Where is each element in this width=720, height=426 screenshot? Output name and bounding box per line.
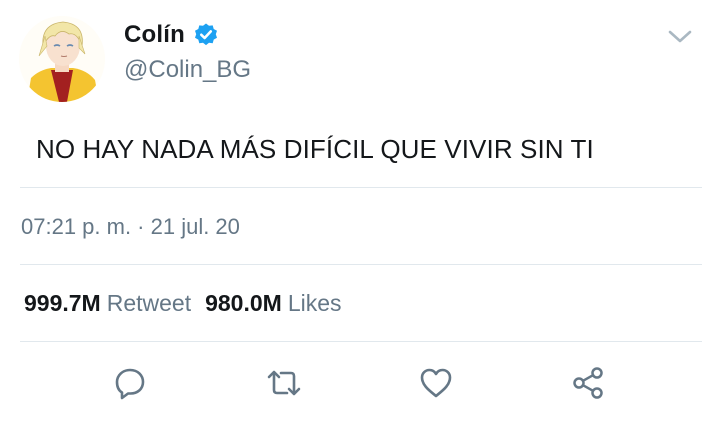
divider	[20, 264, 702, 265]
chevron-down-icon[interactable]	[666, 26, 694, 48]
avatar-illustration	[19, 16, 105, 102]
retweet-label[interactable]: Retweet	[107, 290, 191, 317]
share-icon	[570, 365, 606, 406]
tweet-text: NO HAY NADA MÁS DIFÍCIL QUE VIVIR SIN TI	[36, 134, 594, 164]
retweet-button[interactable]	[265, 366, 303, 404]
avatar[interactable]	[19, 16, 105, 102]
tweet-stats: 999.7M Retweet 980.0M Likes	[24, 290, 342, 317]
like-count[interactable]: 980.0M	[205, 290, 282, 317]
tweet-card: Colín @Colin_BG NO HAY NADA MÁS DIFÍCIL …	[0, 0, 720, 426]
retweet-count[interactable]: 999.7M	[24, 290, 101, 317]
display-name-row[interactable]: Colín	[124, 20, 219, 50]
like-button[interactable]	[417, 366, 455, 404]
reply-icon	[112, 365, 148, 406]
share-button[interactable]	[569, 366, 607, 404]
divider	[20, 341, 702, 342]
display-name[interactable]: Colín	[124, 21, 185, 49]
like-label[interactable]: Likes	[288, 290, 342, 317]
divider	[20, 187, 702, 188]
verified-badge-icon	[193, 22, 219, 48]
user-handle[interactable]: @Colin_BG	[124, 56, 251, 84]
tweet-timestamp[interactable]: 07:21 p. m. · 21 jul. 20	[21, 214, 240, 240]
heart-icon	[418, 365, 454, 406]
reply-button[interactable]	[111, 366, 149, 404]
retweet-icon	[264, 365, 304, 406]
